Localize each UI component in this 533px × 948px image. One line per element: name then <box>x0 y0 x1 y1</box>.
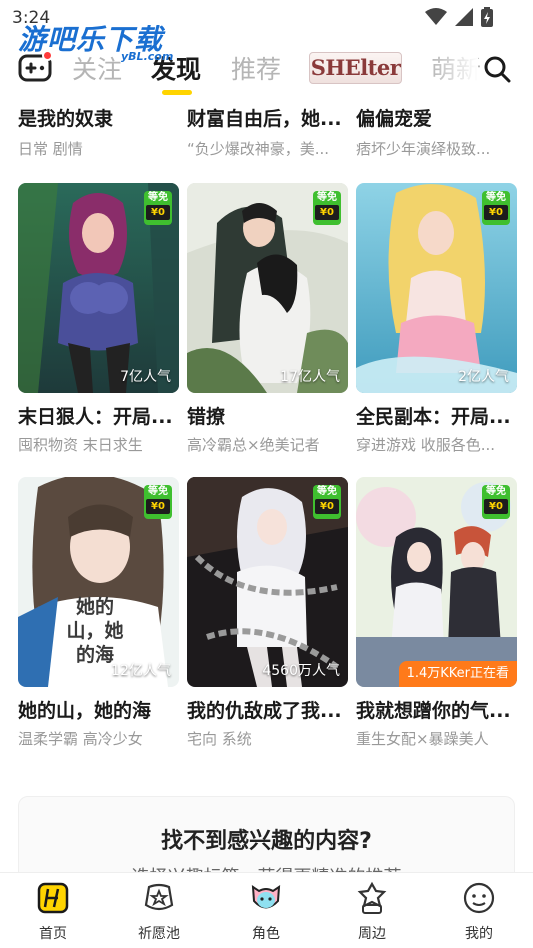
nav-item-wish-pool[interactable]: 祈愿池 <box>119 881 199 943</box>
comic-card[interactable]: 等免 ¥0 17亿人气 错撩 高冷霸总×绝美记者 <box>187 183 348 455</box>
comic-tags: “负少爆改神豪，美... <box>187 140 330 158</box>
comic-card[interactable]: 等免 ¥0 7亿人气 末日狠人：开局... 囤积物资 末日求生 <box>18 183 179 455</box>
nav-label: 祈愿池 <box>138 926 180 942</box>
popularity-count: 12亿人气 <box>111 663 171 679</box>
nav-label: 周边 <box>358 926 386 942</box>
popularity-count: 4560万人气 <box>262 663 340 679</box>
comic-tags: 穿进游戏 收服各色... <box>356 436 496 454</box>
comic-title: 末日狠人：开局... <box>18 406 173 428</box>
bottom-nav-bar: 首页 祈愿池 角色 周边 我的 <box>0 872 533 948</box>
comic-cover[interactable]: 她的山，她的海 等免 ¥0 12亿人气 <box>18 477 179 687</box>
cover-title-text: 她的山，她的海 <box>66 596 124 666</box>
comic-tags: 高冷霸总×绝美记者 <box>187 436 320 454</box>
wait-free-price: ¥0 <box>315 499 339 514</box>
comic-title: 错撩 <box>187 406 226 428</box>
active-tab-indicator <box>162 90 192 95</box>
comic-title: 偏偏宠爱 <box>356 108 433 130</box>
wait-free-badge: 等免 ¥0 <box>313 485 341 519</box>
comic-card[interactable]: 她的山，她的海 等免 ¥0 12亿人气 她的山，她的海 温柔学霸 高冷少女 <box>18 477 179 749</box>
profile-icon <box>463 882 495 914</box>
home-icon <box>37 882 69 914</box>
comic-title: 财富自由后，她... <box>187 108 342 130</box>
wait-free-label: 等免 <box>148 192 168 203</box>
status-icons <box>425 7 493 27</box>
merch-icon <box>357 881 387 914</box>
comic-tags: 宅向 系统 <box>187 730 252 748</box>
comic-tags: 囤积物资 末日求生 <box>18 436 143 454</box>
tab-fade-overlay <box>430 44 478 92</box>
nav-item-home[interactable]: 首页 <box>13 881 93 943</box>
wait-free-badge: 等免 ¥0 <box>482 191 510 225</box>
nav-item-merch[interactable]: 周边 <box>332 881 412 943</box>
nav-label: 角色 <box>252 926 280 942</box>
wait-free-price: ¥0 <box>146 499 170 514</box>
nav-item-character[interactable]: 角色 <box>226 881 306 943</box>
nav-label: 首页 <box>39 926 67 942</box>
search-icon[interactable] <box>483 55 511 83</box>
live-viewers-badge: 1.4万KKer正在看 <box>398 661 517 687</box>
wait-free-price: ¥0 <box>484 205 508 220</box>
comic-title: 是我的奴隶 <box>18 108 114 130</box>
comic-card[interactable]: 财富自由后，她... “负少爆改神豪，美... <box>187 104 349 159</box>
interest-title: 找不到感兴趣的内容? <box>161 829 372 854</box>
comic-cover[interactable]: 等免 ¥0 17亿人气 <box>187 183 348 393</box>
nav-label: 我的 <box>465 926 493 942</box>
comic-card[interactable]: 等免 ¥0 4560万人气 我的仇敌成了我... 宅向 系统 <box>187 477 348 749</box>
wait-free-badge: 等免 ¥0 <box>482 485 510 519</box>
comic-tags: 痞坏少年演绎极致... <box>356 140 491 158</box>
comic-cover[interactable]: 等免 ¥0 4560万人气 <box>187 477 348 687</box>
comic-title: 全民副本：开局... <box>356 406 511 428</box>
wait-free-price: ¥0 <box>484 499 508 514</box>
wait-free-label: 等免 <box>486 192 506 203</box>
wait-free-label: 等免 <box>317 486 337 497</box>
comic-card[interactable]: 是我的奴隶 日常 剧情 <box>18 104 180 159</box>
comic-title: 我就想蹭你的气... <box>356 700 511 722</box>
watermark-logo: 游吧乐下载 yBL.com <box>18 18 173 63</box>
comic-cover[interactable]: 等免 ¥0 2亿人气 <box>356 183 517 393</box>
popularity-count: 17亿人气 <box>280 369 340 385</box>
wish-pool-icon <box>144 883 174 911</box>
nav-item-profile[interactable]: 我的 <box>439 881 519 943</box>
comic-title: 她的山，她的海 <box>18 700 152 722</box>
popularity-count: 2亿人气 <box>458 369 509 385</box>
watermark-subtext: yBL.com <box>121 50 174 63</box>
wait-free-label: 等免 <box>317 192 337 203</box>
comic-tags: 温柔学霸 高冷少女 <box>18 730 143 748</box>
comic-card[interactable]: 等免 ¥0 1.4万KKer正在看 我就想蹭你的气... 重生女配×暴躁美人 <box>356 477 517 749</box>
character-icon <box>251 885 281 909</box>
wait-free-price: ¥0 <box>146 205 170 220</box>
wait-free-label: 等免 <box>148 486 168 497</box>
comic-card[interactable]: 偏偏宠爱 痞坏少年演绎极致... <box>356 104 518 159</box>
comic-card[interactable]: 等免 ¥0 2亿人气 全民副本：开局... 穿进游戏 收服各色... <box>356 183 517 455</box>
tab-recommend[interactable]: 推荐 <box>231 50 281 86</box>
comic-cover[interactable]: 等免 ¥0 1.4万KKer正在看 <box>356 477 517 687</box>
comic-cover[interactable]: 等免 ¥0 7亿人气 <box>18 183 179 393</box>
signal-icon <box>455 8 473 26</box>
wait-free-label: 等免 <box>486 486 506 497</box>
wait-free-badge: 等免 ¥0 <box>313 191 341 225</box>
comic-tags: 重生女配×暴躁美人 <box>356 730 489 748</box>
wait-free-badge: 等免 ¥0 <box>144 485 172 519</box>
tab-shelter[interactable]: SHElter <box>309 52 402 84</box>
popularity-count: 7亿人气 <box>120 369 171 385</box>
comic-title: 我的仇敌成了我... <box>187 700 342 722</box>
wifi-icon <box>425 8 447 25</box>
battery-icon <box>481 7 493 27</box>
comic-tags: 日常 剧情 <box>18 140 83 158</box>
wait-free-badge: 等免 ¥0 <box>144 191 172 225</box>
wait-free-price: ¥0 <box>315 205 339 220</box>
